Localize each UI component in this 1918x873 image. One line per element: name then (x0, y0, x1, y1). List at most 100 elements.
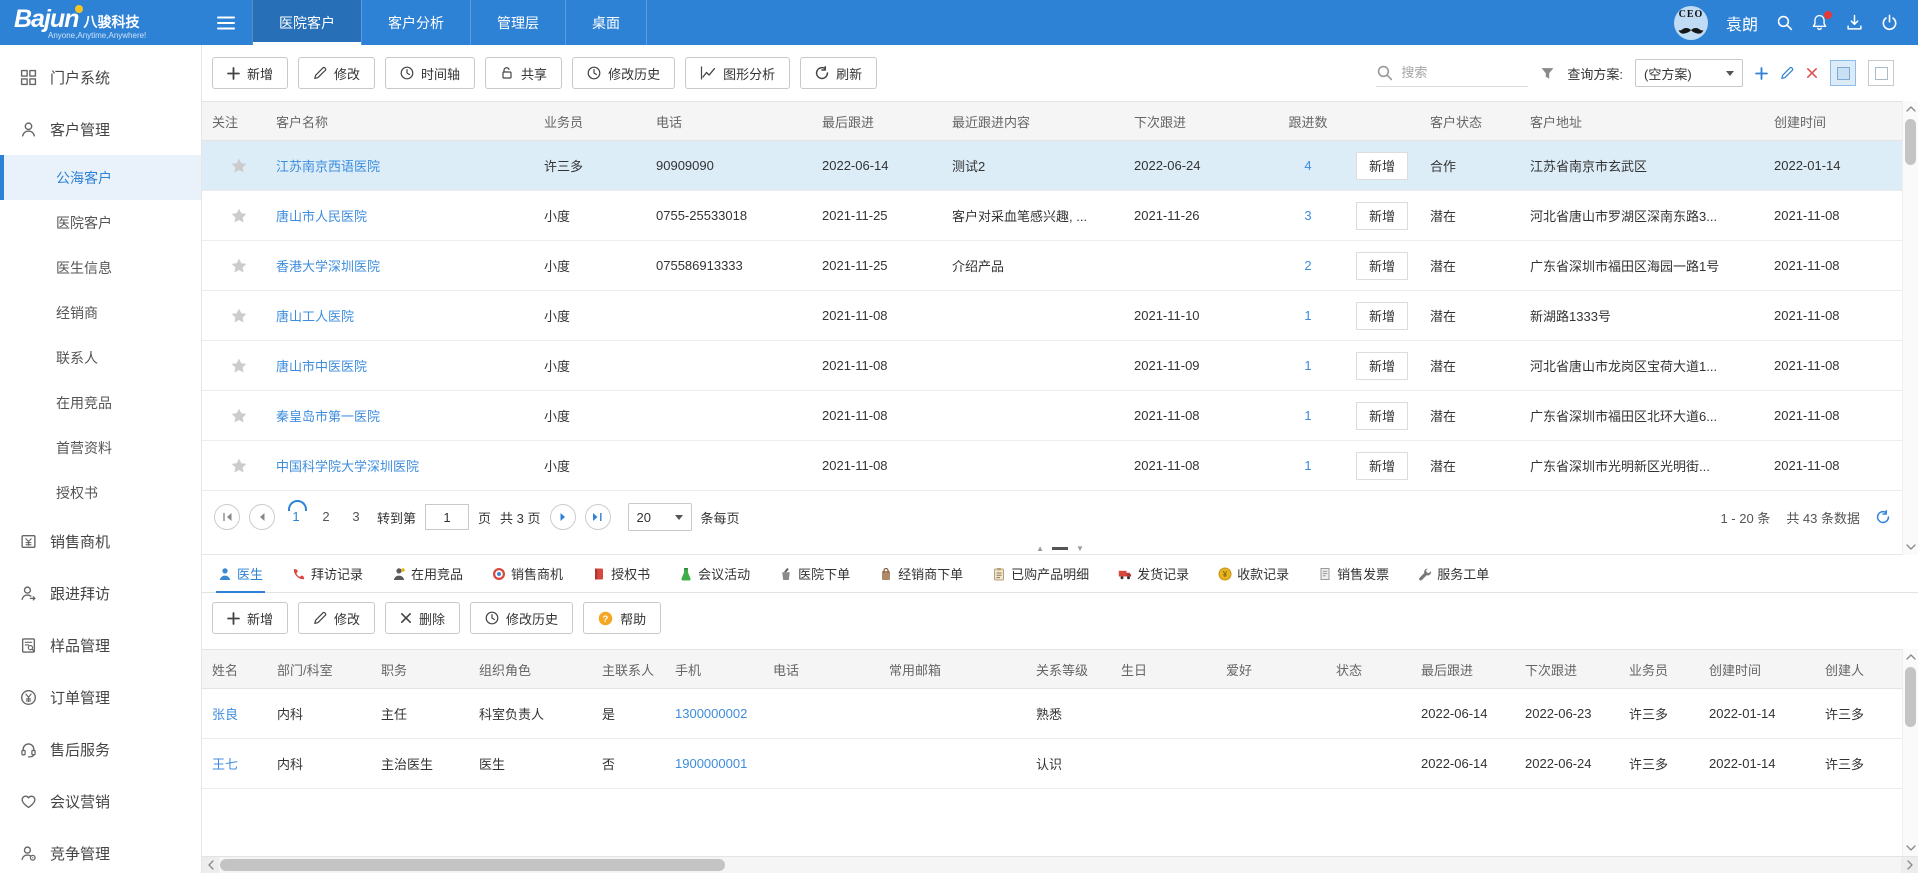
follow-count-link[interactable]: 1 (1304, 408, 1311, 423)
customer-row[interactable]: 唐山市人民医院小度0755-255330182021-11-25客户对采血笔感兴… (202, 191, 1918, 241)
page-number-1[interactable]: 1 (284, 506, 308, 528)
row-add-button[interactable]: 新增 (1356, 452, 1408, 480)
sidebar-subitem-经销商[interactable]: 经销商 (0, 290, 201, 335)
detail-tab-会议活动[interactable]: 会议活动 (677, 564, 752, 593)
search-icon[interactable] (1776, 14, 1793, 31)
page-number-2[interactable]: 2 (314, 506, 338, 528)
detail-tab-经销商下单[interactable]: 经销商下单 (877, 564, 965, 593)
scroll-right-button[interactable] (1901, 857, 1918, 873)
star-icon[interactable] (230, 407, 248, 425)
detail-tab-授权书[interactable]: 授权书 (590, 564, 652, 593)
customer-name-link[interactable]: 江苏南京西语医院 (276, 159, 380, 174)
scroll-left-button[interactable] (202, 857, 219, 873)
detail-tab-销售发票[interactable]: 销售发票 (1316, 564, 1391, 593)
sidebar-item-样品管理[interactable]: 样品管理 (0, 619, 201, 671)
vertical-scroll-thumb[interactable] (1905, 119, 1916, 165)
customer-row[interactable]: 秦皇岛市第一医院小度2021-11-082021-11-081新增潜在广东省深圳… (202, 391, 1918, 441)
avatar[interactable]: CEO (1674, 6, 1708, 40)
doctor-name-link[interactable]: 王七 (212, 757, 238, 772)
toolbar-button-刷新[interactable]: 刷新 (800, 57, 877, 89)
customer-row[interactable]: 唐山工人医院小度2021-11-082021-11-101新增潜在新湖路1333… (202, 291, 1918, 341)
customer-name-link[interactable]: 香港大学深圳医院 (276, 259, 380, 274)
horizontal-scrollbar[interactable] (202, 856, 1918, 873)
last-page-button[interactable] (585, 504, 611, 530)
nav-tab-桌面[interactable]: 桌面 (565, 0, 647, 45)
toolbar-button-修改[interactable]: 修改 (298, 57, 375, 89)
row-add-button[interactable]: 新增 (1356, 152, 1408, 180)
row-add-button[interactable]: 新增 (1356, 402, 1408, 430)
star-icon[interactable] (230, 257, 248, 275)
first-page-button[interactable] (214, 504, 240, 530)
doctor-row[interactable]: 张良内科主任科室负责人是1300000002熟悉2022-06-142022-0… (202, 689, 1918, 739)
goto-page-input[interactable] (425, 504, 469, 530)
follow-count-link[interactable]: 4 (1304, 158, 1311, 173)
sidebar-subitem-首营资料[interactable]: 首营资料 (0, 425, 201, 470)
delete-query-plan-button[interactable] (1806, 67, 1818, 79)
doctor-table-scrollbar[interactable] (1902, 649, 1918, 856)
detail-tab-医生[interactable]: 医生 (216, 564, 265, 593)
sidebar-subitem-医生信息[interactable]: 医生信息 (0, 245, 201, 290)
scroll-up-button[interactable] (1903, 649, 1918, 665)
detail-tab-服务工单[interactable]: 服务工单 (1416, 564, 1491, 593)
scroll-up-button[interactable] (1903, 101, 1918, 117)
sidebar-item-客户管理[interactable]: 客户管理 (0, 103, 201, 155)
star-icon[interactable] (230, 307, 248, 325)
page-number-3[interactable]: 3 (344, 506, 368, 528)
star-icon[interactable] (230, 457, 248, 475)
sidebar-subitem-联系人[interactable]: 联系人 (0, 335, 201, 380)
toolbar-button-时间轴[interactable]: 时间轴 (385, 57, 475, 89)
prev-page-button[interactable] (249, 504, 275, 530)
view-toggle-list[interactable] (1830, 60, 1856, 86)
detail-tab-销售商机[interactable]: 销售商机 (490, 564, 565, 593)
splitter-handle-icon[interactable] (1052, 547, 1068, 550)
star-icon[interactable] (230, 157, 248, 175)
detail-tab-拜访记录[interactable]: 拜访记录 (290, 564, 365, 593)
mobile-link[interactable]: 1300000002 (675, 706, 747, 721)
doctor-row[interactable]: 王七内科主治医生医生否1900000001认识2022-06-142022-06… (202, 739, 1918, 789)
customer-table-scrollbar[interactable] (1902, 101, 1918, 555)
customer-row[interactable]: 中国科学院大学深圳医院小度2021-11-082021-11-081新增潜在广东… (202, 441, 1918, 491)
sidebar-item-竞争管理[interactable]: 竞争管理 (0, 827, 201, 873)
scroll-down-button[interactable] (1903, 840, 1918, 856)
add-query-plan-button[interactable] (1755, 67, 1768, 80)
vertical-scroll-thumb[interactable] (1905, 667, 1916, 727)
sidebar-subitem-公海客户[interactable]: 公海客户 (0, 155, 201, 200)
sidebar-subitem-授权书[interactable]: 授权书 (0, 470, 201, 515)
customer-name-link[interactable]: 中国科学院大学深圳医院 (276, 459, 419, 474)
customer-row[interactable]: 唐山市中医医院小度2021-11-082021-11-091新增潜在河北省唐山市… (202, 341, 1918, 391)
nav-tab-医院客户[interactable]: 医院客户 (252, 0, 361, 45)
star-icon[interactable] (230, 207, 248, 225)
customer-name-link[interactable]: 唐山市中医医院 (276, 359, 367, 374)
customer-name-link[interactable]: 秦皇岛市第一医院 (276, 409, 380, 424)
user-name[interactable]: 袁朗 (1726, 11, 1758, 35)
customer-name-link[interactable]: 唐山工人医院 (276, 309, 354, 324)
sidebar-item-销售商机[interactable]: 销售商机 (0, 515, 201, 567)
collapse-down-icon[interactable]: ▼ (1076, 544, 1084, 553)
page-size-select[interactable]: 20 (628, 503, 692, 531)
scroll-down-button[interactable] (1903, 539, 1918, 555)
toolbar-button-修改历史[interactable]: 修改历史 (572, 57, 675, 89)
query-plan-select[interactable]: (空方案) (1635, 59, 1743, 87)
sidebar-item-门户系统[interactable]: 门户系统 (0, 51, 201, 103)
toolbar-button-共享[interactable]: 共享 (485, 57, 562, 89)
follow-count-link[interactable]: 3 (1304, 208, 1311, 223)
nav-tab-管理层[interactable]: 管理层 (470, 0, 565, 45)
doctor-name-link[interactable]: 张良 (212, 707, 238, 722)
customer-row[interactable]: 江苏南京西语医院许三多909090902022-06-14测试22022-06-… (202, 141, 1918, 191)
detail-tab-发货记录[interactable]: 发货记录 (1116, 564, 1191, 593)
star-icon[interactable] (230, 357, 248, 375)
nav-tab-客户分析[interactable]: 客户分析 (361, 0, 470, 45)
customer-row[interactable]: 香港大学深圳医院小度0755869133332021-11-25介绍产品2新增潜… (202, 241, 1918, 291)
detail-tab-已购产品明细[interactable]: 已购产品明细 (990, 564, 1091, 593)
collapse-up-icon[interactable]: ▲ (1036, 544, 1044, 553)
panel-splitter[interactable]: ▲ ▼ (202, 543, 1918, 555)
follow-count-link[interactable]: 1 (1304, 458, 1311, 473)
row-add-button[interactable]: 新增 (1356, 202, 1408, 230)
detail-tab-收款记录[interactable]: ¥收款记录 (1216, 564, 1291, 593)
horizontal-scroll-thumb[interactable] (220, 859, 725, 871)
sidebar-subitem-医院客户[interactable]: 医院客户 (0, 200, 201, 245)
detail-tab-在用竞品[interactable]: 在用竞品 (390, 564, 465, 593)
download-icon[interactable] (1846, 14, 1863, 31)
customer-name-link[interactable]: 唐山市人民医院 (276, 209, 367, 224)
toolbar-button-新增[interactable]: 新增 (212, 57, 288, 89)
